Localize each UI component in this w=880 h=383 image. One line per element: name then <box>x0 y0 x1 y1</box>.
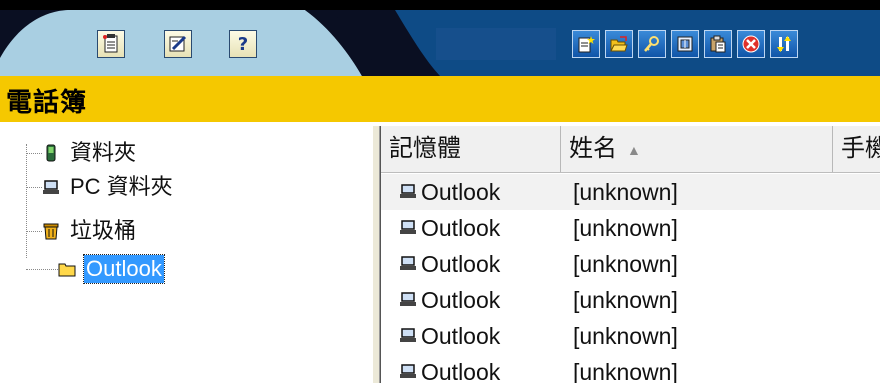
open-folder-icon <box>610 35 628 53</box>
pane-splitter[interactable] <box>372 126 380 383</box>
column-header-mobile[interactable]: 手機 <box>833 126 880 172</box>
folder-icon <box>58 263 76 277</box>
phone-icon <box>46 144 56 162</box>
folder-tree: 資料夾 PC 資料夾 垃圾桶 Outlook <box>0 126 372 383</box>
computer-icon <box>400 328 416 342</box>
cell-name: [unknown] <box>573 251 678 277</box>
tree-item-pc-folder[interactable]: PC 資料夾 <box>0 170 370 204</box>
tree-connector <box>26 187 42 188</box>
title-bar: 電話簿 <box>0 76 880 122</box>
cell-name: [unknown] <box>573 179 678 205</box>
properties-button[interactable] <box>638 30 666 58</box>
column-header-name[interactable]: 姓名 ▲ <box>561 126 833 172</box>
cell-memory: Outlook <box>421 359 501 383</box>
cell-name: [unknown] <box>573 287 678 313</box>
tree-item-label: PC 資料夾 <box>70 174 173 199</box>
cell-name: [unknown] <box>573 215 678 241</box>
cell-memory: Outlook <box>421 179 501 205</box>
delete-icon <box>742 35 760 53</box>
cell-memory: Outlook <box>421 251 501 277</box>
computer-icon <box>400 184 416 198</box>
sort-ascending-icon: ▲ <box>627 141 641 158</box>
copy-icon <box>676 35 694 53</box>
contact-card-button[interactable] <box>97 30 125 58</box>
column-header-label: 姓名 <box>569 135 617 162</box>
computer-icon <box>400 292 416 306</box>
top-toolbar: ? <box>0 0 880 76</box>
help-button[interactable]: ? <box>229 30 257 58</box>
tree-item-label: 資料夾 <box>70 140 137 165</box>
table-row[interactable]: Outlook [unknown] <box>381 318 880 354</box>
edit-note-button[interactable] <box>164 30 192 58</box>
sort-icon <box>775 35 793 53</box>
tree-item-outlook[interactable]: Outlook <box>0 252 370 286</box>
help-icon: ? <box>237 33 249 55</box>
table-row[interactable]: Outlook [unknown] <box>381 210 880 246</box>
delete-button[interactable] <box>737 30 765 58</box>
tree-connector <box>26 231 42 232</box>
open-folder-button[interactable] <box>605 30 633 58</box>
tree-connector <box>26 153 42 154</box>
list-header: 記憶體 姓名 ▲ 手機 <box>381 126 880 173</box>
table-row[interactable]: Outlook [unknown] <box>381 246 880 282</box>
column-header-label: 記憶體 <box>389 135 461 162</box>
cell-memory: Outlook <box>421 287 501 313</box>
trash-icon <box>43 223 59 240</box>
table-row[interactable]: Outlook [unknown] <box>381 174 880 210</box>
new-item-button[interactable] <box>572 30 600 58</box>
paste-button[interactable] <box>704 30 732 58</box>
cell-name: [unknown] <box>573 323 678 349</box>
properties-icon <box>643 35 661 53</box>
page-title: 電話簿 <box>6 88 88 118</box>
computer-icon <box>400 256 416 270</box>
column-header-memory[interactable]: 記憶體 <box>381 126 561 172</box>
contact-list: 記憶體 姓名 ▲ 手機 Outlook [unknown] Outlook [un… <box>380 126 880 383</box>
cell-memory: Outlook <box>421 323 501 349</box>
table-row[interactable]: Outlook [unknown] <box>381 354 880 383</box>
computer-icon <box>43 180 59 194</box>
tree-item-trash[interactable]: 垃圾桶 <box>0 214 370 248</box>
paste-icon <box>709 35 727 53</box>
column-header-label: 手機 <box>841 135 880 162</box>
computer-icon <box>400 220 416 234</box>
tree-connector <box>26 269 58 270</box>
tree-item-folder[interactable]: 資料夾 <box>0 136 370 170</box>
copy-button[interactable] <box>671 30 699 58</box>
cell-name: [unknown] <box>573 359 678 383</box>
edit-note-icon <box>169 35 187 53</box>
computer-icon <box>400 364 416 378</box>
table-row[interactable]: Outlook [unknown] <box>381 282 880 318</box>
tree-item-label: Outlook <box>83 254 165 284</box>
new-item-icon <box>577 35 595 53</box>
cell-memory: Outlook <box>421 215 501 241</box>
contact-card-icon <box>102 34 120 54</box>
sort-button[interactable] <box>770 30 798 58</box>
tree-item-label: 垃圾桶 <box>70 218 137 243</box>
